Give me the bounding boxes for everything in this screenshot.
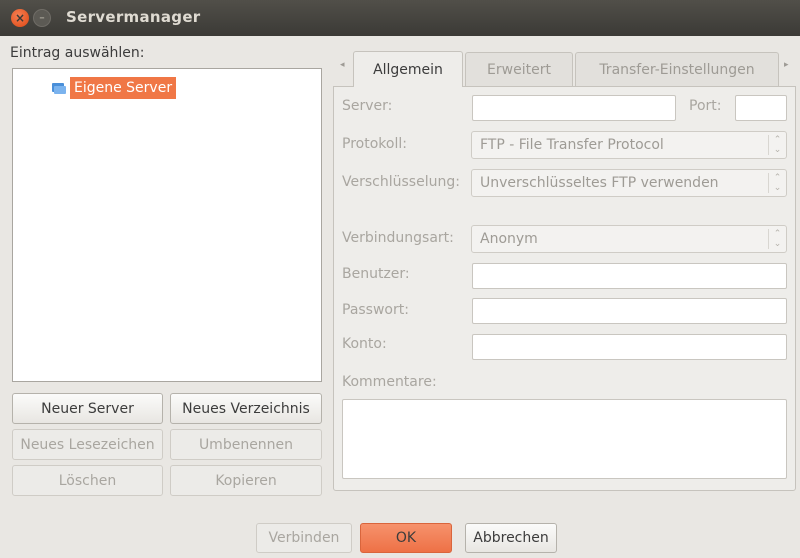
tree-item-my-sites[interactable]: Eigene Server bbox=[51, 77, 177, 99]
window-title: Servermanager bbox=[66, 8, 201, 26]
rename-button[interactable]: Umbenennen bbox=[170, 429, 322, 460]
user-label: Benutzer: bbox=[342, 266, 410, 282]
select-entry-label: Eintrag auswählen: bbox=[10, 45, 145, 61]
minimize-window-button[interactable]: – bbox=[33, 9, 51, 27]
ok-button[interactable]: OK bbox=[360, 523, 452, 553]
tab-scroll-right-icon[interactable]: ▸ bbox=[784, 60, 789, 70]
encryption-value: Unverschlüsseltes FTP verwenden bbox=[480, 175, 719, 191]
comments-textarea[interactable] bbox=[342, 399, 787, 479]
logon-type-label: Verbindungsart: bbox=[342, 230, 454, 246]
password-label: Passwort: bbox=[342, 302, 409, 318]
tab-transfer-settings[interactable]: Transfer-Einstellungen bbox=[575, 52, 779, 86]
server-folder-icon bbox=[51, 80, 67, 96]
protocol-label: Protokoll: bbox=[342, 136, 407, 152]
new-folder-button[interactable]: Neues Verzeichnis bbox=[170, 393, 322, 424]
tab-advanced[interactable]: Erweitert bbox=[465, 52, 573, 86]
select-spinner-icon: ⌃ ⌄ bbox=[768, 135, 786, 155]
new-server-button[interactable]: Neuer Server bbox=[12, 393, 163, 424]
server-label: Server: bbox=[342, 98, 393, 114]
protocol-select[interactable]: FTP - File Transfer Protocol ⌃ ⌄ bbox=[471, 131, 787, 159]
new-bookmark-button[interactable]: Neues Lesezeichen bbox=[12, 429, 163, 460]
encryption-label: Verschlüsselung: bbox=[342, 174, 460, 190]
protocol-value: FTP - File Transfer Protocol bbox=[480, 137, 664, 153]
delete-button[interactable]: Löschen bbox=[12, 465, 163, 496]
select-spinner-icon: ⌃ ⌄ bbox=[768, 229, 786, 249]
port-input[interactable] bbox=[735, 95, 787, 121]
account-input[interactable] bbox=[472, 334, 787, 360]
logon-type-value: Anonym bbox=[480, 231, 538, 247]
comments-label: Kommentare: bbox=[342, 374, 437, 390]
copy-button[interactable]: Kopieren bbox=[170, 465, 322, 496]
server-tree[interactable]: Eigene Server bbox=[12, 68, 322, 382]
general-settings-panel: Server: Port: Protokoll: FTP - File Tran… bbox=[333, 86, 796, 491]
account-label: Konto: bbox=[342, 336, 387, 352]
close-window-button[interactable]: × bbox=[11, 9, 29, 27]
connect-button[interactable]: Verbinden bbox=[256, 523, 352, 553]
user-input[interactable] bbox=[472, 263, 787, 289]
server-input[interactable] bbox=[472, 95, 676, 121]
logon-type-select[interactable]: Anonym ⌃ ⌄ bbox=[471, 225, 787, 253]
cancel-button[interactable]: Abbrechen bbox=[465, 523, 557, 553]
password-input[interactable] bbox=[472, 298, 787, 324]
select-spinner-icon: ⌃ ⌄ bbox=[768, 173, 786, 193]
tab-scroll-left-icon[interactable]: ◂ bbox=[340, 60, 345, 70]
tree-item-label: Eigene Server bbox=[70, 77, 177, 99]
title-bar: × – Servermanager bbox=[0, 0, 800, 36]
encryption-select[interactable]: Unverschlüsseltes FTP verwenden ⌃ ⌄ bbox=[471, 169, 787, 197]
port-label: Port: bbox=[689, 98, 722, 114]
tab-general[interactable]: Allgemein bbox=[353, 51, 463, 87]
